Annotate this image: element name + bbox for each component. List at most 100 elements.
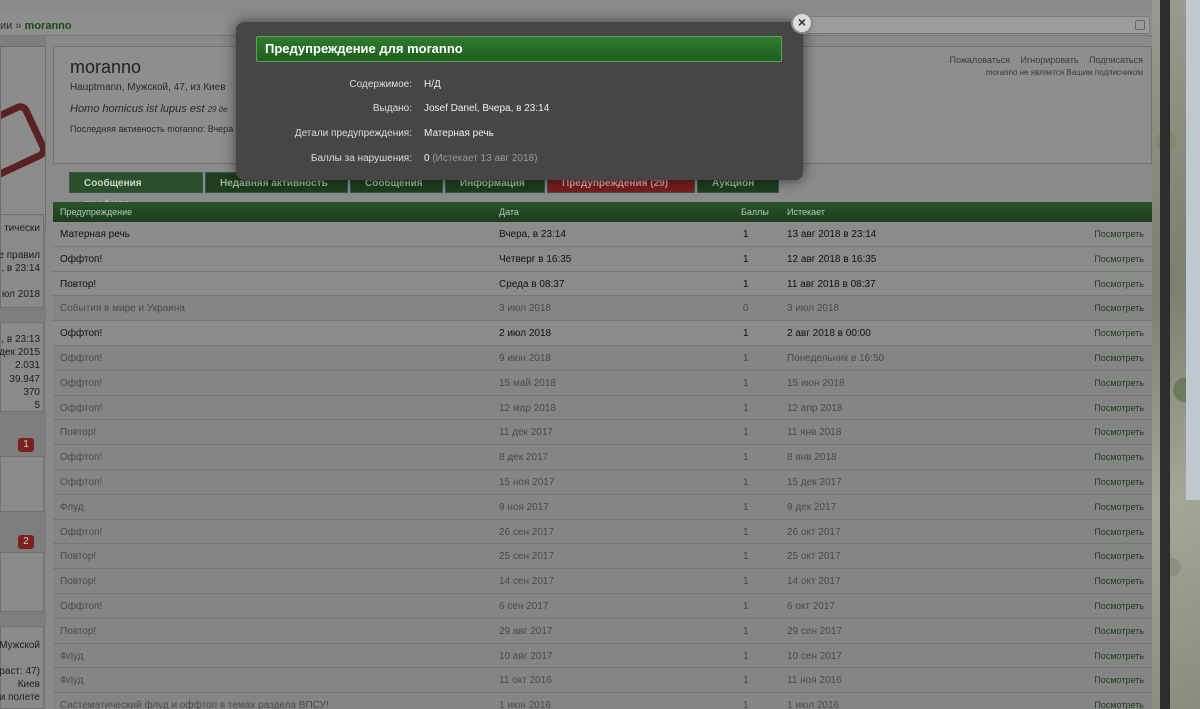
warning-cell: Флуд <box>60 675 84 687</box>
view-link[interactable]: Посмотреть <box>1094 502 1144 512</box>
table-row[interactable]: Оффтоп! 26 сен 2017 1 26 окт 2017 Посмотреть <box>53 519 1152 545</box>
view-link[interactable]: Посмотреть <box>1094 353 1144 363</box>
expires-cell: 10 сен 2017 <box>787 650 843 662</box>
view-link[interactable]: Посмотреть <box>1094 452 1144 462</box>
points-cell: 1 <box>743 278 749 290</box>
table-row[interactable]: Оффтоп! 9 июн 2018 1 Понедельник в 16:50 Пос… <box>53 345 1152 371</box>
table-row[interactable]: Оффтоп! Четверг в 16:35 1 12 авг 2018 в 16:… <box>53 246 1152 272</box>
view-link[interactable]: Посмотреть <box>1094 651 1144 661</box>
profile-quote-text: Homo homicus ist lupus est <box>70 103 205 115</box>
view-link[interactable]: Посмотреть <box>1094 601 1144 611</box>
warning-modal: Предупреждение для moranno Содержимое: Н… <box>236 22 803 180</box>
view-link[interactable]: Посмотреть <box>1094 303 1144 313</box>
warning-cell: Повтор! <box>60 625 97 637</box>
table-row[interactable]: Флуд 9 ноя 2017 1 9 дек 2017 Посмотреть <box>53 494 1152 520</box>
view-link[interactable]: Посмотреть <box>1094 527 1144 537</box>
search-input[interactable] <box>805 16 1150 34</box>
field-value[interactable]: Josef Danel, Вчера, в 23:14 <box>424 103 549 114</box>
table-row[interactable]: Оффтоп! 15 май 2018 1 15 июн 2018 Посмотреть <box>53 370 1152 396</box>
view-link[interactable]: Посмотреть <box>1094 477 1144 487</box>
warning-cell: Повтор! <box>60 551 97 563</box>
date-cell: 26 сен 2017 <box>499 526 555 538</box>
view-link[interactable]: Посмотреть <box>1094 626 1144 636</box>
expires-cell: 11 янв 2018 <box>787 427 842 439</box>
warning-cell: Оффтоп! <box>60 328 103 340</box>
breadcrumb-current[interactable]: moranno <box>25 20 72 32</box>
date-cell: 11 окт 2016 <box>499 675 552 687</box>
date-cell: 10 авг 2017 <box>499 650 553 662</box>
view-link[interactable]: Посмотреть <box>1094 328 1144 338</box>
table-row[interactable]: Матерная речь Вчера, в 23:14 1 13 авг 2018 … <box>53 222 1152 247</box>
points-cell: 1 <box>743 328 749 340</box>
table-row[interactable]: События в мире и Украина 3 июл 2018 0 3 июл… <box>53 296 1152 322</box>
date-cell: 29 авг 2017 <box>499 625 553 637</box>
expires-cell: 2 авг 2018 в 00:00 <box>787 328 871 340</box>
view-link[interactable]: Посмотреть <box>1094 576 1144 586</box>
search-icon[interactable] <box>1135 20 1145 30</box>
view-link[interactable]: Посмотреть <box>1094 254 1144 264</box>
table-row[interactable]: Оффтоп! 15 ноя 2017 1 15 дек 2017 Посмотреть <box>53 469 1152 495</box>
warning-cell: Оффтоп! <box>60 476 103 488</box>
points-cell: 1 <box>743 427 749 439</box>
subscription-note: moranno не является Вашим подписчиком <box>985 68 1143 77</box>
points-cell: 1 <box>743 402 749 414</box>
view-link[interactable]: Посмотреть <box>1094 403 1144 413</box>
sidebar-text: , в 23:13 <box>1 334 40 345</box>
avatar[interactable] <box>0 46 46 226</box>
warning-cell: События в мире и Украина <box>60 303 185 315</box>
table-row[interactable]: Повтор! 14 сен 2017 1 14 окт 2017 Посмотреть <box>53 569 1152 594</box>
table-row[interactable]: Флуд 11 окт 2016 1 11 ноя 2016 Посмотреть <box>53 668 1152 694</box>
sidebar-panel-awards <box>0 456 44 512</box>
field-label: Детали предупреждения: <box>294 128 412 139</box>
table-row[interactable]: Оффтоп! 8 дек 2017 1 8 янв 2018 Посмотреть <box>53 445 1152 470</box>
expires-cell: 13 авг 2018 в 23:14 <box>787 229 877 240</box>
points-expiry: (Истекает 13 авг 2018) <box>432 153 538 164</box>
warning-cell: Флуд <box>60 501 84 513</box>
sidebar-text: Киев <box>17 679 40 690</box>
breadcrumb-prefix[interactable]: ии <box>0 20 12 32</box>
table-row[interactable]: Систематический флуд и оффтоп в темах ра… <box>53 693 1152 709</box>
table-row[interactable]: Повтор! 25 сен 2017 1 25 окт 2017 Посмотреть <box>53 544 1152 570</box>
breadcrumb: ии » moranno <box>0 20 72 32</box>
points-cell: 1 <box>743 675 749 687</box>
date-cell: 25 сен 2017 <box>499 551 555 563</box>
field-value: 0 (Истекает 13 авг 2018) <box>424 153 537 164</box>
view-link[interactable]: Посмотреть <box>1094 551 1144 561</box>
sidebar-badge[interactable]: 2 <box>18 535 34 549</box>
view-link[interactable]: Посмотреть <box>1094 675 1144 685</box>
expires-cell: 15 дек 2017 <box>787 476 842 488</box>
table-row[interactable]: Оффтоп! 6 сен 2017 1 6 окт 2017 Посмотреть <box>53 593 1152 619</box>
table-row[interactable]: Оффтоп! 12 мар 2018 1 12 апр 2018 Посмотреть <box>53 395 1152 421</box>
view-link[interactable]: Посмотреть <box>1094 279 1144 289</box>
table-row[interactable]: Повтор! 11 дек 2017 1 11 янв 2018 Посмотреть <box>53 420 1152 446</box>
view-link[interactable]: Посмотреть <box>1094 378 1144 388</box>
warning-cell: Оффтоп! <box>60 526 103 538</box>
warning-cell: Флуд <box>60 650 84 662</box>
ignore-link[interactable]: Игнорировать <box>1020 55 1078 65</box>
date-cell: 9 июн 2018 <box>499 352 551 364</box>
table-row[interactable]: Оффтоп! 2 июл 2018 1 2 авг 2018 в 00:00 Посм… <box>53 321 1152 346</box>
sidebar-badge[interactable]: 1 <box>18 438 34 452</box>
tab-profile-posts[interactable]: Сообщения профиля <box>69 172 203 210</box>
view-link[interactable]: Посмотреть <box>1094 229 1144 239</box>
date-cell: 1 июн 2016 <box>499 700 551 709</box>
points-cell: 1 <box>743 501 749 513</box>
sidebar-text: Мужской <box>0 640 40 651</box>
report-link[interactable]: Пожаловаться <box>950 55 1010 65</box>
points-cell: 1 <box>743 650 749 662</box>
view-link[interactable]: Посмотреть <box>1094 700 1144 709</box>
expires-cell: 3 июл 2018 <box>787 303 840 315</box>
sidebar-text: раст: 47) <box>0 666 40 677</box>
field-value: Н/Д <box>424 79 441 90</box>
close-icon[interactable]: × <box>791 12 813 34</box>
expires-cell: Понедельник в 16:50 <box>787 352 885 364</box>
table-row[interactable]: Флуд 10 авг 2017 1 10 сен 2017 Посмотреть <box>53 643 1152 669</box>
warnings-table: Предупреждение Дата Баллы Истекает Матер… <box>53 202 1152 709</box>
expires-cell: 14 окт 2017 <box>787 576 841 588</box>
view-link[interactable]: Посмотреть <box>1094 427 1144 437</box>
points-cell: 1 <box>743 576 749 588</box>
table-row[interactable]: Повтор! Среда в 08:37 1 11 авг 2018 в 08:37… <box>53 271 1152 297</box>
table-row[interactable]: Повтор! 29 авг 2017 1 29 сен 2017 Посмотреть <box>53 618 1152 644</box>
date-cell: Вчера, в 23:14 <box>499 229 566 240</box>
follow-link[interactable]: Подписаться <box>1089 55 1143 65</box>
